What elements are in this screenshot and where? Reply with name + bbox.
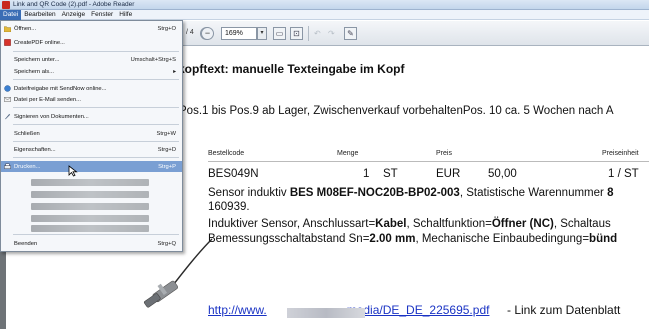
document-heading: kopftext: manuelle Texteingabe im Kopf: [178, 62, 405, 76]
menu-item-save-as-format[interactable]: Speichern als... ▸: [1, 66, 182, 77]
menu-item-properties[interactable]: Eigenschaften... Strg+D: [1, 144, 182, 155]
zoom-out-button-2[interactable]: −: [201, 27, 214, 40]
currency: EUR: [436, 168, 461, 180]
file-menu: Öffnen... Strg+O CreatePDF online... Spe…: [0, 20, 183, 252]
menu-separator: [13, 124, 179, 125]
description-line-3: Induktiver Sensor, Anschlussart=Kabel, S…: [208, 218, 611, 230]
menu-item-open[interactable]: Öffnen... Strg+O: [1, 23, 182, 34]
menu-fenster[interactable]: Fenster: [88, 10, 116, 20]
undo-icon[interactable]: ↶: [314, 29, 321, 38]
delivery-note: Pos.1 bis Pos.9 ab Lager, Zwischenverkau…: [179, 105, 614, 117]
sendnow-icon: [4, 85, 11, 92]
open-folder-icon: [4, 26, 11, 32]
mouse-cursor-icon: [68, 165, 78, 177]
menu-item-email[interactable]: Datei per E-Mail senden...: [1, 94, 182, 105]
order-code: BES049N: [208, 168, 259, 180]
description-line-2: 160939.: [208, 201, 250, 213]
menu-item-print[interactable]: Drucken... Strg+P: [1, 161, 182, 172]
recent-file-blurred[interactable]: [31, 225, 149, 232]
window-title: Link and QR Code (2).pdf - Adobe Reader: [13, 1, 135, 8]
menu-bearbeiten[interactable]: Bearbeiten: [21, 10, 58, 20]
menu-bar: Datei Bearbeiten Anzeige Fenster Hilfe: [0, 9, 649, 20]
adobe-reader-icon: [2, 0, 10, 9]
menu-hilfe[interactable]: Hilfe: [116, 10, 135, 20]
menu-separator: [13, 51, 179, 52]
quantity: 1: [363, 168, 370, 180]
description-line-4: Bemessungsschaltabstand Sn=2.00 mm, Mech…: [208, 233, 618, 245]
fit-width-icon[interactable]: ⊡: [290, 27, 303, 40]
table-rule: [208, 161, 649, 162]
recent-file-blurred[interactable]: [31, 179, 149, 186]
datasheet-link-label: - Link zum Datenblatt: [507, 303, 621, 317]
title-bar: Link and QR Code (2).pdf - Adobe Reader: [0, 0, 649, 10]
email-icon: [4, 97, 11, 102]
menu-item-close[interactable]: Schließen Strg+W: [1, 128, 182, 139]
recent-file-blurred[interactable]: [31, 191, 149, 198]
price-unit: 1 / ST: [608, 168, 639, 180]
price: 50,00: [488, 168, 517, 180]
column-preis: Preis: [436, 150, 452, 157]
column-preiseinheit: Preiseinheit: [602, 150, 639, 157]
recent-file-blurred[interactable]: [31, 203, 149, 210]
menu-separator: [13, 234, 179, 235]
page-total: / 4: [186, 29, 194, 36]
redo-icon[interactable]: ↷: [328, 29, 335, 38]
menu-separator: [13, 79, 179, 80]
description-line-1: Sensor induktiv BES M08EF-NOC20B-BP02-00…: [208, 187, 614, 199]
column-bestellcode: Bestellcode: [208, 150, 245, 157]
menu-separator: [13, 141, 179, 142]
quantity-unit: ST: [383, 168, 398, 180]
menu-item-createpdf[interactable]: CreatePDF online...: [1, 37, 182, 48]
zoom-level-field[interactable]: 169%: [221, 27, 257, 40]
fit-page-icon[interactable]: ▭: [273, 27, 286, 40]
menu-item-save-as[interactable]: Speichern unter... Umschalt+Strg+S: [1, 54, 182, 65]
menu-separator: [13, 107, 179, 108]
submenu-arrow-icon: ▸: [173, 68, 176, 75]
column-menge: Menge: [337, 150, 359, 157]
redacted-url-segment: [287, 308, 365, 318]
sign-icon: [4, 113, 11, 120]
edit-tool-icon[interactable]: ✎: [344, 27, 357, 40]
menu-datei[interactable]: Datei: [0, 9, 22, 20]
recent-file-blurred[interactable]: [31, 215, 149, 222]
menu-separator: [13, 157, 179, 158]
menu-item-exit[interactable]: Beenden Strg+Q: [1, 238, 182, 249]
menu-item-sendnow[interactable]: Dateifreigabe mit SendNow online...: [1, 83, 182, 94]
createpdf-icon: [4, 39, 11, 46]
toolbar-separator: [308, 26, 309, 41]
menu-item-sign[interactable]: Signieren von Dokumenten...: [1, 111, 182, 122]
zoom-dropdown-button[interactable]: ▾: [257, 27, 267, 40]
menu-anzeige[interactable]: Anzeige: [59, 10, 89, 20]
printer-icon: [4, 163, 11, 169]
